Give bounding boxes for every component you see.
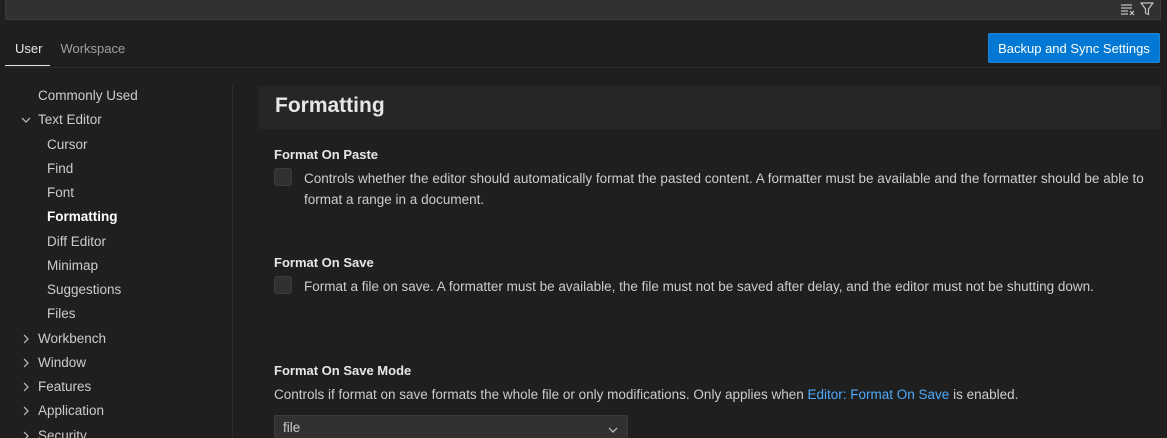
backup-and-sync-button[interactable]: Backup and Sync Settings	[988, 33, 1160, 63]
toc-item-label: Diff Editor	[47, 233, 107, 249]
setting-format-on-save: Format On Save Format a file on save. A …	[274, 254, 1154, 297]
tab-user[interactable]: User	[5, 33, 51, 66]
toc-item-suggestions[interactable]: Suggestions	[0, 278, 232, 302]
setting-description: Controls if format on save formats the w…	[274, 384, 1154, 405]
toc-item-label: Find	[47, 160, 74, 176]
format-on-save-link[interactable]: Editor: Format On Save	[808, 387, 950, 402]
toc-item-window[interactable]: Window	[0, 351, 232, 375]
chevron-right-icon	[19, 424, 33, 438]
description-text: Controls if format on save formats the w…	[274, 387, 808, 402]
chevron-right-icon	[19, 351, 33, 375]
toc-item-label: Cursor	[47, 136, 88, 152]
toc-item-files[interactable]: Files	[0, 302, 232, 326]
format-on-save-mode-select[interactable]: file	[274, 415, 628, 438]
toc-item-label: Workbench	[38, 330, 107, 346]
toc-item-label: Commonly Used	[38, 88, 138, 103]
toc-item-label: Suggestions	[47, 282, 122, 297]
settings-toc: Commonly Used Text Editor Cursor Find Fo…	[0, 84, 232, 438]
select-value: file	[283, 420, 301, 435]
toc-item-label: Window	[38, 354, 87, 370]
toc-item-workbench[interactable]: Workbench	[0, 327, 232, 351]
tabs-divider	[5, 67, 1161, 68]
setting-description: Format a file on save. A formatter must …	[304, 279, 1094, 294]
setting-value-row: Format a file on save. A formatter must …	[274, 276, 1154, 297]
toc-item-label: Application	[38, 403, 105, 419]
description-text: is enabled.	[949, 387, 1019, 402]
toc-item-find[interactable]: Find	[0, 157, 232, 181]
toc-item-minimap[interactable]: Minimap	[0, 254, 232, 278]
toc-item-cursor[interactable]: Cursor	[0, 133, 232, 157]
chevron-right-icon	[19, 399, 33, 423]
clear-filter-icon[interactable]	[1120, 2, 1136, 16]
toc-item-formatting[interactable]: Formatting	[0, 205, 232, 229]
toc-item-label: Files	[47, 306, 76, 322]
setting-format-on-save-mode: Format On Save Mode Controls if format o…	[274, 362, 1154, 438]
chevron-down-icon	[19, 108, 33, 132]
toc-item-security[interactable]: Security	[0, 424, 232, 438]
settings-target-tabs: User Workspace	[5, 33, 133, 66]
chevron-down-icon	[607, 423, 619, 438]
toc-item-label: Text Editor	[38, 112, 102, 128]
toc-item-label: Minimap	[47, 257, 99, 273]
toc-item-text-editor[interactable]: Text Editor	[0, 108, 232, 132]
toc-item-label: Features	[38, 379, 92, 394]
setting-description: Controls whether the editor should autom…	[304, 171, 1144, 207]
setting-value-row: Controls whether the editor should autom…	[274, 168, 1154, 210]
setting-format-on-paste: Format On Paste Controls whether the edi…	[274, 146, 1154, 210]
section-header: Formatting	[258, 86, 1161, 129]
toc-item-diff-editor[interactable]: Diff Editor	[0, 230, 232, 254]
setting-title: Format On Paste	[274, 147, 379, 162]
toc-sash[interactable]	[232, 84, 233, 438]
format-on-paste-checkbox[interactable]	[274, 168, 292, 186]
toc-item-font[interactable]: Font	[0, 181, 232, 205]
toc-item-label: Formatting	[47, 209, 118, 225]
search-actions	[1120, 0, 1154, 18]
filter-icon[interactable]	[1140, 2, 1154, 16]
toc-item-commonly-used[interactable]: Commonly Used	[0, 84, 232, 108]
section-title: Formatting	[275, 94, 385, 117]
toc-item-label: Font	[47, 185, 75, 200]
settings-editor: User Workspace Backup and Sync Settings …	[0, 0, 1167, 438]
tab-workspace[interactable]: Workspace	[50, 33, 133, 66]
chevron-right-icon	[19, 375, 33, 399]
settings-search-input[interactable]	[5, 0, 1161, 20]
toc-item-features[interactable]: Features	[0, 375, 232, 399]
setting-title: Format On Save Mode	[274, 363, 412, 378]
format-on-save-checkbox[interactable]	[274, 276, 292, 294]
chevron-right-icon	[19, 327, 33, 351]
toc-item-label: Security	[38, 427, 87, 438]
setting-title: Format On Save	[274, 255, 374, 270]
toc-item-application[interactable]: Application	[0, 399, 232, 423]
